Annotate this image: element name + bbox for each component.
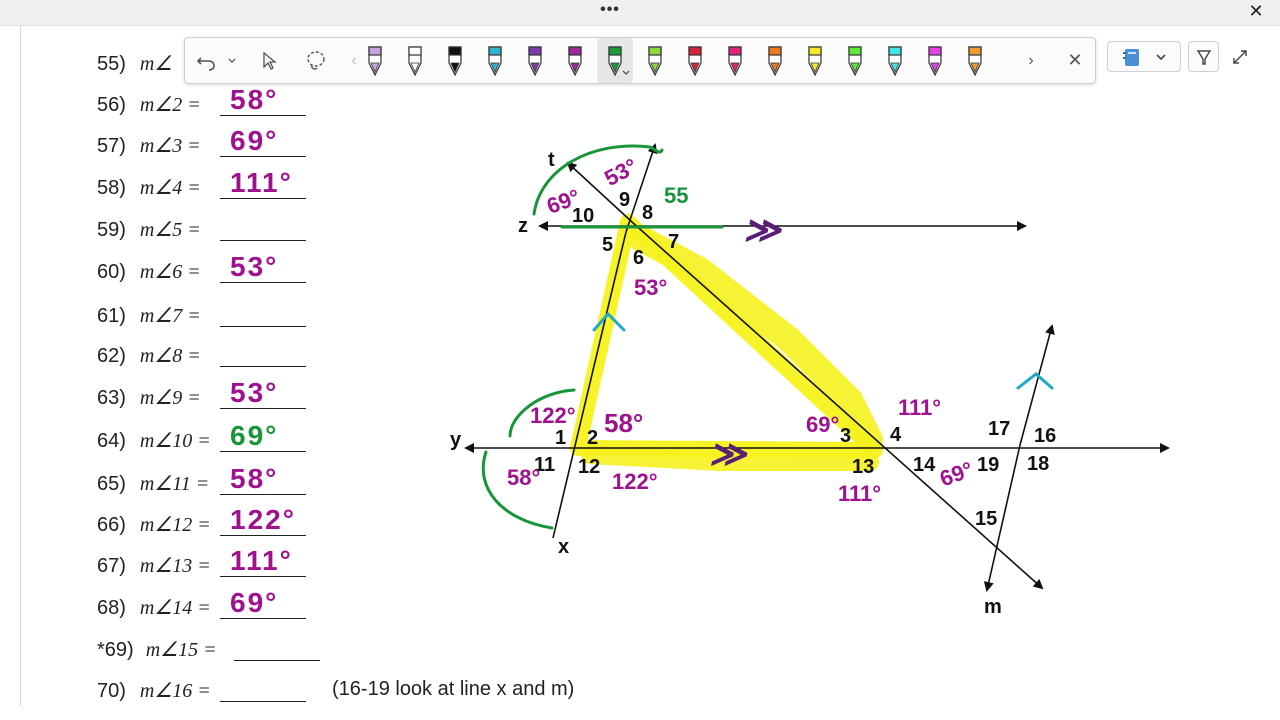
angle-6: 6	[633, 247, 644, 269]
angle-16: 16	[1034, 425, 1056, 447]
angle-18: 18	[1027, 453, 1049, 475]
title-bar: ••• ✕	[0, 0, 1280, 26]
ink-53-mid: 53°	[634, 275, 667, 300]
ink-58-top: 58°	[604, 408, 643, 438]
angle-7: 7	[668, 231, 679, 253]
angle-4: 4	[890, 424, 902, 446]
window-close-button[interactable]: ✕	[1244, 0, 1268, 24]
pen-button[interactable]	[797, 38, 833, 83]
toolbar-close-button[interactable]: ✕	[1061, 38, 1089, 83]
pen-icon	[808, 45, 822, 76]
pen-button[interactable]	[357, 38, 393, 83]
ink-111-top: 111°	[898, 395, 941, 420]
ink-toolbar: ‹ › ✕	[184, 37, 1096, 84]
pen-button[interactable]	[877, 38, 913, 83]
angle-12: 12	[578, 456, 600, 478]
label-y: y	[450, 429, 462, 451]
chevron-down-icon	[1156, 53, 1166, 60]
pen-icon	[648, 45, 662, 76]
pen-icon	[888, 45, 902, 76]
ink-122-top: 122°	[530, 403, 576, 428]
chevron-down-icon	[622, 70, 630, 75]
pen-icon	[848, 45, 862, 76]
angle-3: 3	[840, 425, 851, 447]
pen-button[interactable]	[637, 38, 673, 83]
lasso-icon	[307, 50, 325, 70]
ink-55: 55	[664, 183, 688, 208]
pen-button[interactable]	[597, 38, 633, 83]
parallel-mark-z: ≫	[742, 209, 788, 250]
pen-icon	[728, 45, 742, 76]
pen-icon	[448, 45, 462, 76]
arrow-mark-m-icon	[1016, 372, 1054, 390]
angle-8: 8	[642, 202, 653, 224]
pen-button[interactable]	[517, 38, 553, 83]
worksheet-page[interactable]: 55) m∠ 56) m∠2 = 58° 57) m∠3 = 69° 58) m∠4 = 111° 5…	[0, 26, 1280, 720]
pen-button[interactable]	[917, 38, 953, 83]
pen-button[interactable]	[717, 38, 753, 83]
expand-button[interactable]	[1228, 45, 1252, 69]
label-t: t	[548, 149, 555, 171]
pen-icon	[408, 45, 422, 76]
pen-button[interactable]	[757, 38, 793, 83]
ink-58-bot: 58°	[507, 465, 540, 490]
pen-icon	[568, 45, 582, 76]
more-menu-button[interactable]: •••	[590, 0, 630, 24]
pen-button[interactable]	[677, 38, 713, 83]
pen-icon	[968, 45, 982, 76]
angle-5: 5	[602, 234, 613, 256]
pen-icon	[768, 45, 782, 76]
angle-1: 1	[555, 427, 566, 449]
label-x: x	[558, 536, 569, 558]
pen-button[interactable]	[437, 38, 473, 83]
pen-button[interactable]	[957, 38, 993, 83]
pen-icon	[928, 45, 942, 76]
ink-69-low: 69°	[936, 457, 976, 492]
select-tool-button[interactable]	[255, 38, 283, 83]
ink-111-bot: 111°	[838, 481, 881, 506]
label-z: z	[518, 215, 528, 237]
notebook-icon	[1123, 48, 1139, 66]
filter-icon	[1196, 49, 1211, 65]
pen-icon	[488, 45, 502, 76]
angle-15: 15	[975, 508, 997, 530]
angle-14: 14	[913, 454, 936, 476]
highlighter-a-button[interactable]	[397, 38, 433, 83]
line-t-down	[631, 221, 1044, 590]
angle-19: 19	[977, 454, 999, 476]
pen-button[interactable]	[477, 38, 513, 83]
angle-2: 2	[587, 427, 598, 449]
expand-icon	[1233, 50, 1247, 64]
ink-filter-button[interactable]	[1188, 41, 1219, 72]
pen-icon	[528, 45, 542, 76]
undo-button[interactable]	[193, 38, 219, 83]
undo-icon	[196, 56, 215, 71]
angle-9: 9	[619, 189, 630, 211]
geometry-diagram: t z y x m 9 8 10 5 6 7 1 2 11 12 3 4 13	[450, 143, 1170, 618]
ink-122-bot: 122°	[612, 469, 658, 494]
ink-53-top: 53°	[600, 153, 641, 191]
ink-69-right: 69°	[806, 412, 839, 437]
angle-13: 13	[852, 456, 874, 478]
undo-dropdown[interactable]	[223, 38, 241, 83]
cursor-icon	[263, 51, 277, 70]
app-window: ••• ✕ 55) m∠ 56) m∠2 = 58° 57) m∠3 = 69° 58) m∠4 …	[0, 0, 1280, 720]
pen-button[interactable]	[557, 38, 593, 83]
more-tools-button[interactable]: ›	[1023, 38, 1039, 83]
notebook-dropdown-button[interactable]	[1107, 41, 1181, 72]
chevron-down-icon	[228, 58, 236, 63]
label-m: m	[984, 596, 1002, 618]
pen-icon	[688, 45, 702, 76]
lasso-button[interactable]	[299, 38, 333, 83]
angle-17: 17	[988, 418, 1010, 440]
pen-icon	[368, 45, 382, 76]
pen-button[interactable]	[837, 38, 873, 83]
